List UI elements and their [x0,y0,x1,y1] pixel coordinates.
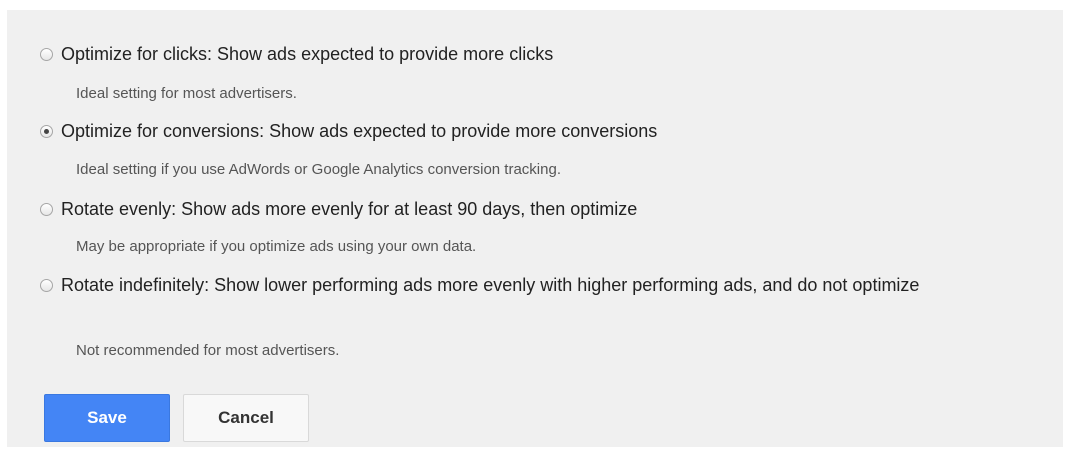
radio-rotate-indefinitely[interactable] [40,279,53,292]
option-rotate-indefinitely-label: Rotate indefinitely: Show lower performi… [61,275,920,295]
option-optimize-clicks[interactable]: Optimize for clicks: Show ads expected t… [40,42,1030,67]
ad-rotation-settings: Optimize for clicks: Show ads expected t… [0,0,1069,457]
option-rotate-indefinitely[interactable]: Rotate indefinitely: Show lower performi… [40,273,1030,298]
option-rotate-evenly-label: Rotate evenly: Show ads more evenly for … [61,199,638,219]
radio-rotate-evenly[interactable] [40,203,53,216]
settings-panel [7,10,1063,447]
option-rotate-indefinitely-description: Not recommended for most advertisers. [76,342,340,359]
option-optimize-clicks-label: Optimize for clicks: Show ads expected t… [61,44,554,64]
option-optimize-conversions-description: Ideal setting if you use AdWords or Goog… [76,161,561,178]
option-rotate-evenly-description: May be appropriate if you optimize ads u… [76,238,477,255]
radio-optimize-clicks[interactable] [40,48,53,61]
option-optimize-conversions[interactable]: Optimize for conversions: Show ads expec… [40,119,1030,144]
save-button[interactable]: Save [44,394,170,442]
cancel-button[interactable]: Cancel [183,394,309,442]
option-rotate-evenly[interactable]: Rotate evenly: Show ads more evenly for … [40,197,1030,222]
radio-optimize-conversions[interactable] [40,125,53,138]
option-optimize-conversions-label: Optimize for conversions: Show ads expec… [61,121,658,141]
option-optimize-clicks-description: Ideal setting for most advertisers. [76,85,297,102]
